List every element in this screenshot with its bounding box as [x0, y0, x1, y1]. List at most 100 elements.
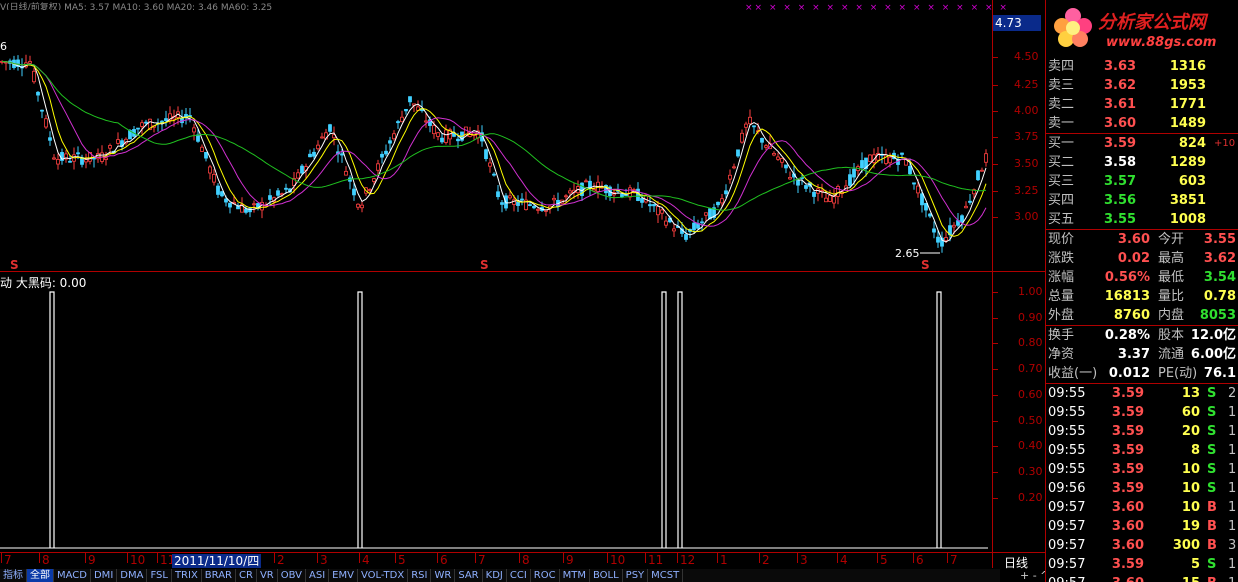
level-price: 3.62 [1104, 78, 1137, 93]
stat-label: 涨跌 [1048, 251, 1075, 266]
level-label: 买五 [1048, 212, 1075, 227]
candle [164, 110, 168, 127]
candle [968, 194, 972, 205]
tab-mcst[interactable]: MCST [648, 569, 684, 582]
kline-chart[interactable] [0, 0, 992, 272]
ma10-line [1, 60, 987, 237]
tab-psy[interactable]: PSY [623, 569, 649, 582]
candle [912, 182, 916, 190]
stat-row: 现价 3.60 今开 3.55 [1046, 230, 1238, 249]
tab-kdj[interactable]: KDJ [483, 569, 507, 582]
tab-全部[interactable]: 全部 [27, 569, 54, 582]
candle [376, 159, 380, 175]
candle [8, 58, 12, 70]
tab-boll[interactable]: BOLL [590, 569, 623, 582]
candle [252, 200, 256, 213]
stock-software-window: V(日线/前复权) MA5: 3.57 MA10: 3.60 MA20: 3.4… [0, 0, 1238, 582]
tab-fsl[interactable]: FSL [147, 569, 172, 582]
date-tick [359, 553, 360, 563]
tab-sar[interactable]: SAR [455, 569, 483, 582]
candle [0, 60, 4, 65]
candle [556, 192, 560, 212]
tab-mtm[interactable]: MTM [560, 569, 590, 582]
tab-rsi[interactable]: RSI [408, 569, 432, 582]
candle [440, 133, 444, 144]
tab-brar[interactable]: BRAR [202, 569, 236, 582]
candle [436, 131, 440, 141]
tab-asi[interactable]: ASI [306, 569, 330, 582]
date-tick [717, 553, 718, 563]
tab-dma[interactable]: DMA [117, 569, 148, 582]
buy-level: 买一 3.59 824 +10 [1046, 134, 1238, 153]
tick-volume: 5 [1190, 557, 1200, 572]
candle [48, 131, 52, 146]
candle [84, 153, 88, 169]
level-label: 卖二 [1048, 97, 1075, 112]
indicator-chart[interactable] [0, 272, 992, 552]
tab-wr[interactable]: WR [431, 569, 456, 582]
level-volume: 603 [1178, 174, 1206, 189]
fund-label: 换手 [1048, 328, 1075, 343]
tab-cci[interactable]: CCI [507, 569, 531, 582]
level-label: 卖三 [1048, 78, 1075, 93]
date-tick [519, 553, 520, 563]
candle [200, 144, 204, 152]
candle [256, 202, 260, 211]
candle [820, 183, 824, 198]
tab-vr[interactable]: VR [257, 569, 278, 582]
tick-price: 3.60 [1104, 574, 1144, 582]
stat-value: 3.55 [1203, 232, 1236, 247]
tick-price: 3.59 [1111, 443, 1144, 458]
fund-value: 0.012 [1108, 366, 1150, 381]
date-label: 2 [277, 553, 285, 567]
stat-label: 量比 [1158, 289, 1185, 304]
tab-roc[interactable]: ROC [531, 569, 560, 582]
tab-emv[interactable]: EMV [329, 569, 358, 582]
date-label: 7 [4, 553, 12, 567]
candle [424, 113, 428, 128]
date-label: 9 [566, 553, 574, 567]
indicator-spike [677, 291, 683, 548]
stat-label: 现价 [1048, 232, 1075, 247]
tab-指标[interactable]: 指标 [0, 569, 27, 582]
tab-vol-tdx[interactable]: VOL-TDX [358, 569, 409, 582]
stat-label: 总量 [1048, 289, 1075, 304]
candle [360, 200, 364, 213]
tab-macd[interactable]: MACD [54, 569, 91, 582]
fundamental-row: 净资 3.37 流通 6.00亿 [1046, 345, 1238, 364]
level-label: 买一 [1048, 136, 1075, 151]
stat-value: 3.62 [1203, 251, 1236, 266]
stat-value: 8760 [1113, 308, 1150, 323]
candle [660, 208, 664, 220]
candle [656, 200, 660, 224]
buy-level: 买五 3.55 1008 [1046, 210, 1238, 229]
tick-side: B [1207, 574, 1217, 582]
level-label: 卖四 [1048, 59, 1075, 74]
candle [92, 156, 96, 168]
level-volume: 1489 [1169, 116, 1206, 131]
s-marker: S [480, 258, 489, 272]
candle [40, 109, 44, 119]
date-tick [1, 553, 2, 563]
date-tick [274, 553, 275, 563]
tick-time: 09:56 [1048, 481, 1086, 496]
stat-row: 外盘 8760 内盘 8053 [1046, 306, 1238, 325]
tick-time: 09:55 [1048, 405, 1086, 420]
candle [56, 153, 60, 170]
tab-cr[interactable]: CR [236, 569, 257, 582]
date-label: 8 [522, 553, 530, 567]
tab-obv[interactable]: OBV [278, 569, 306, 582]
level-price: 3.60 [1104, 116, 1137, 131]
date-tick [437, 553, 438, 563]
stat-value: 8053 [1199, 308, 1236, 323]
buy-level: 买三 3.57 603 [1046, 172, 1238, 191]
tick-time: 09:57 [1048, 500, 1086, 515]
tick-row: 09:55 3.59 8 S 1 [1046, 441, 1238, 460]
candle [116, 132, 120, 145]
date-label: 6 [916, 553, 924, 567]
price-tick-label: 4.50 [1014, 50, 1039, 63]
tab-dmi[interactable]: DMI [91, 569, 118, 582]
tab-trix[interactable]: TRIX [172, 569, 202, 582]
date-label: 10 [610, 553, 626, 567]
candle [696, 219, 700, 230]
